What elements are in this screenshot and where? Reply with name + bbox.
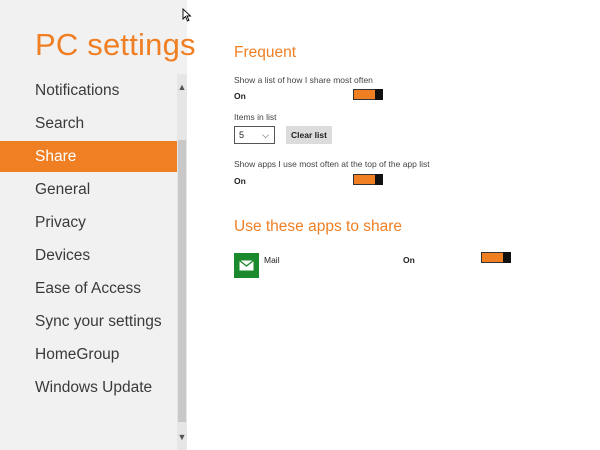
scroll-down-icon[interactable]: ▼: [177, 430, 187, 444]
nav-item-ease-of-access[interactable]: Ease of Access: [0, 273, 177, 304]
apps-top-label: Show apps I use most often at the top of…: [234, 159, 430, 169]
toggle-knob: [375, 174, 383, 185]
share-often-label: Show a list of how I share most often: [234, 75, 373, 85]
nav-item-privacy[interactable]: Privacy: [0, 207, 177, 238]
nav-item-notifications[interactable]: Notifications: [0, 75, 177, 106]
nav-scrollbar[interactable]: ▲ ▼: [177, 74, 187, 450]
section-title-apps: Use these apps to share: [234, 218, 403, 235]
toggle-knob: [375, 89, 383, 100]
nav-item-homegroup[interactable]: HomeGroup: [0, 339, 177, 370]
nav-item-search[interactable]: Search: [0, 108, 177, 139]
mail-app-toggle[interactable]: [481, 252, 511, 263]
items-in-list-label: Items in list: [234, 112, 277, 122]
settings-nav-pane: PC settings Notifications Search Share G…: [0, 0, 196, 450]
clear-list-button[interactable]: Clear list: [286, 126, 332, 144]
section-title-frequent: Frequent: [234, 44, 297, 61]
scroll-thumb[interactable]: [178, 140, 186, 422]
apps-top-toggle[interactable]: [353, 174, 383, 185]
nav-item-share[interactable]: Share: [0, 141, 177, 172]
share-often-toggle[interactable]: [353, 89, 383, 100]
mail-icon: [239, 260, 254, 271]
items-in-list-select[interactable]: 5 ⌵: [234, 126, 275, 144]
nav-item-sync-settings[interactable]: Sync your settings: [0, 306, 177, 337]
items-in-list-value: 5: [239, 130, 245, 140]
apps-top-state: On: [234, 176, 246, 186]
share-often-state: On: [234, 91, 246, 101]
mail-app-state: On: [403, 255, 415, 265]
nav-item-devices[interactable]: Devices: [0, 240, 177, 271]
page-title: PC settings: [35, 27, 196, 62]
scroll-up-icon[interactable]: ▲: [177, 80, 187, 94]
nav-item-general[interactable]: General: [0, 174, 177, 205]
nav-item-windows-update[interactable]: Windows Update: [0, 372, 177, 403]
mouse-cursor-icon: [182, 8, 192, 22]
chevron-down-icon: ⌵: [262, 130, 269, 140]
mail-app-tile: [234, 253, 259, 278]
mail-app-name: Mail: [264, 255, 280, 265]
toggle-knob: [503, 252, 511, 263]
